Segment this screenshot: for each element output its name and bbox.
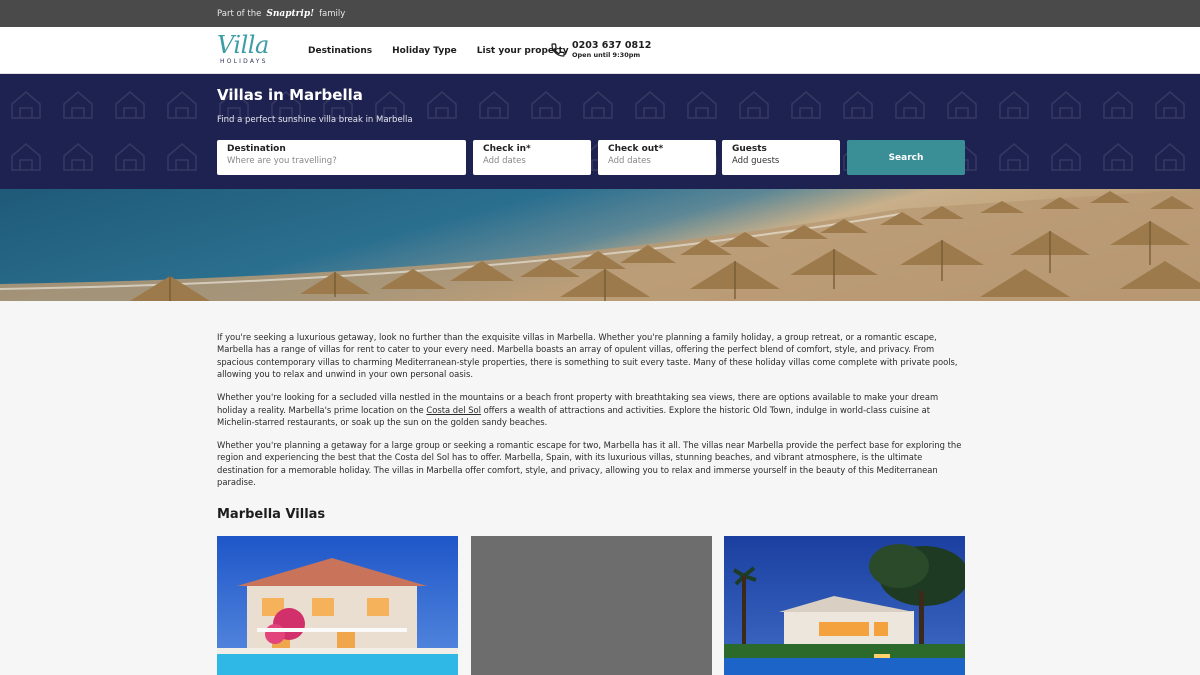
description-text: If you're seeking a luxurious getaway, l…	[217, 331, 965, 499]
checkout-input[interactable]: Add dates	[608, 155, 706, 168]
phone-icon	[551, 43, 565, 57]
villa-photo-1	[217, 536, 458, 675]
destination-label: Destination	[227, 144, 286, 154]
logo-subtitle: HOLIDAYS	[220, 58, 268, 65]
search-hero: Villas in Marbella Find a perfect sunshi…	[0, 74, 1200, 189]
villa-card-3[interactable]	[724, 536, 965, 675]
destination-input[interactable]: Where are you travelling?	[227, 155, 456, 168]
snaptrip-logo[interactable]: Snaptrip!	[266, 9, 314, 19]
checkout-field[interactable]: Check out* Add dates	[598, 140, 716, 175]
checkin-label: Check in*	[483, 144, 531, 154]
group-strip: Part of the Snaptrip! family	[0, 0, 1200, 27]
description-paragraph-1: If you're seeking a luxurious getaway, l…	[217, 332, 958, 380]
villa-photo-2-placeholder	[471, 536, 712, 675]
site-header: Villa HOLIDAYS Destinations Holiday Type…	[0, 27, 1200, 74]
beach-banner-image	[0, 189, 1200, 301]
costa-del-sol-link[interactable]: Costa del Sol	[426, 405, 481, 415]
group-suffix: family	[319, 8, 346, 19]
villa-photo-3	[724, 536, 965, 675]
nav-destinations[interactable]: Destinations	[308, 46, 372, 56]
checkin-field[interactable]: Check in* Add dates	[473, 140, 591, 175]
checkin-input[interactable]: Add dates	[483, 155, 581, 168]
checkout-label: Check out*	[608, 144, 664, 154]
main-nav: Destinations Holiday Type List your prop…	[308, 27, 569, 74]
section-title: Marbella Villas	[217, 507, 326, 522]
search-button[interactable]: Search	[847, 140, 965, 175]
page-subtitle: Find a perfect sunshine villa break in M…	[217, 115, 413, 125]
villa-card-2[interactable]	[471, 536, 712, 675]
phone-hours: Open until 9:30pm	[572, 51, 641, 59]
phone-contact[interactable]: 0203 637 0812 Open until 9:30pm	[550, 41, 651, 59]
description-paragraph-2: Whether you're looking for a secluded vi…	[217, 391, 965, 428]
villa-holidays-logo[interactable]: Villa HOLIDAYS	[217, 32, 277, 72]
group-prefix: Part of the	[217, 8, 262, 19]
phone-number: 0203 637 0812	[572, 40, 652, 51]
guests-input[interactable]: Add guests	[732, 155, 830, 168]
logo-word: Villa	[217, 31, 269, 59]
beach-umbrellas-illustration	[0, 189, 1200, 301]
description-paragraph-3: Whether you're planning a getaway for a …	[217, 439, 962, 488]
nav-holiday-type[interactable]: Holiday Type	[392, 46, 457, 56]
page-title: Villas in Marbella	[217, 86, 363, 104]
villa-card-1[interactable]	[217, 536, 458, 675]
guests-field[interactable]: Guests Add guests	[722, 140, 840, 175]
destination-field[interactable]: Destination Where are you travelling?	[217, 140, 466, 175]
guests-label: Guests	[732, 144, 767, 154]
